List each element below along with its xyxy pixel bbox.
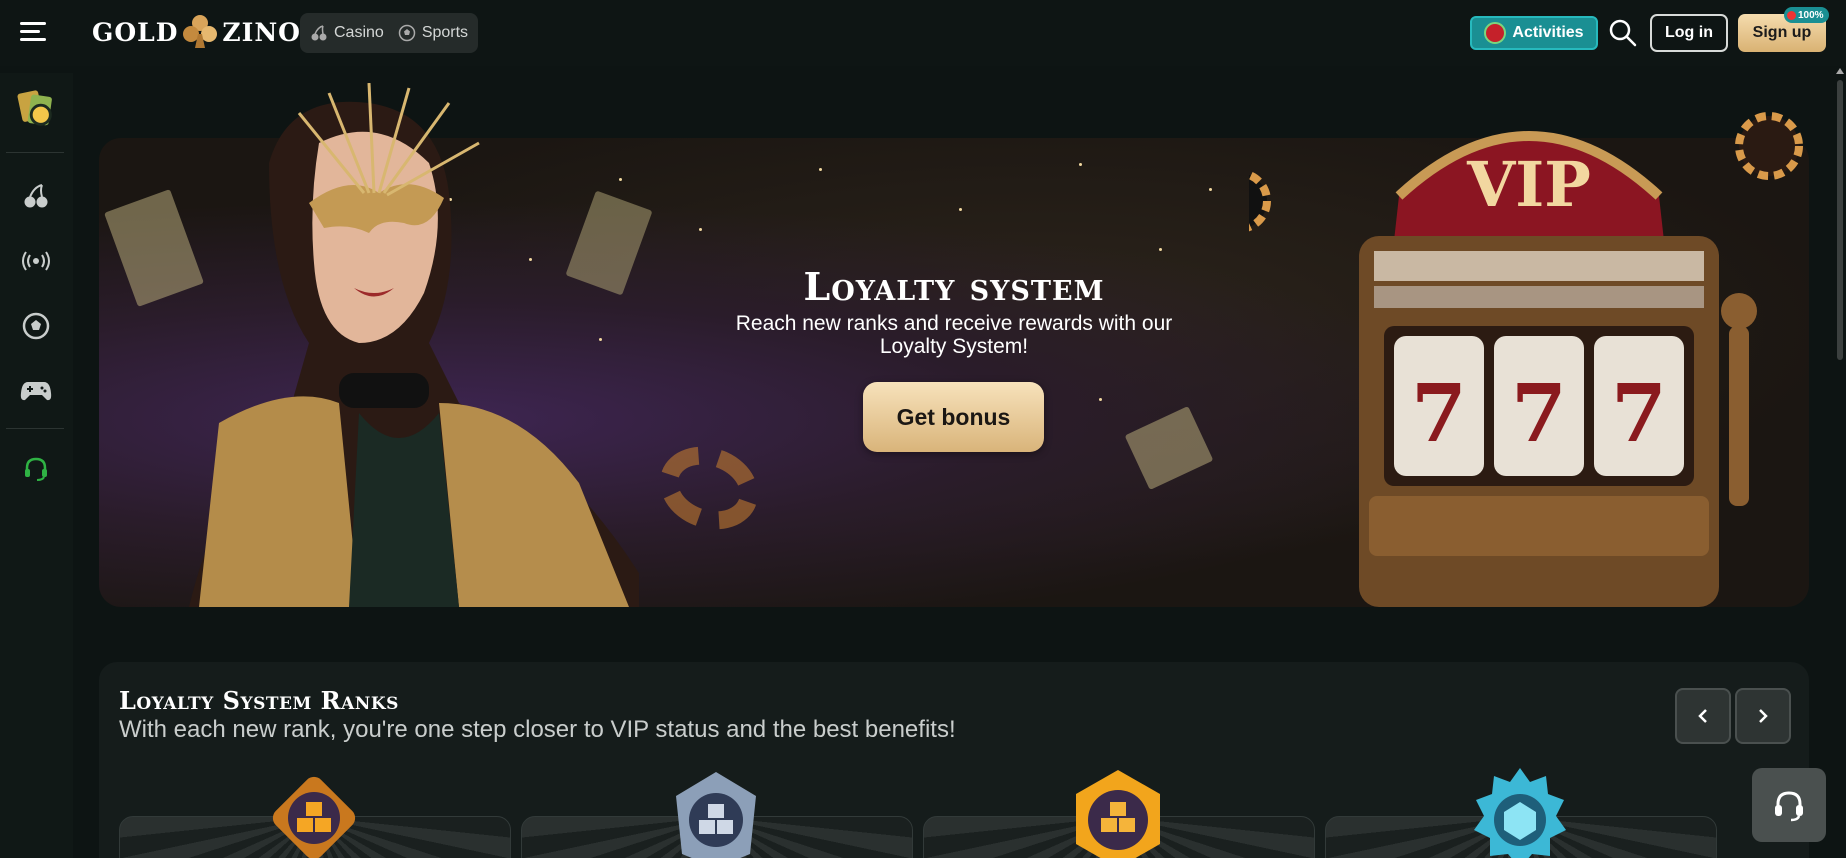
sidebar-item-casino[interactable] xyxy=(14,174,58,218)
support-chat-button[interactable] xyxy=(1752,768,1826,842)
login-button[interactable]: Log in xyxy=(1650,14,1728,52)
hero-subtitle: Reach new ranks and receive rewards with… xyxy=(735,312,1173,358)
logo-text-left: GOLD xyxy=(92,17,179,47)
silver-rank-icon xyxy=(676,772,756,858)
cherry-icon xyxy=(24,184,48,208)
nav-sports[interactable]: Sports xyxy=(398,24,468,42)
ranks-subtitle: With each new rank, you're one step clos… xyxy=(119,716,956,743)
left-sidebar xyxy=(0,73,73,858)
club-icon xyxy=(180,12,220,52)
vip-text: VIP xyxy=(1466,148,1591,221)
money-bill-image xyxy=(1124,406,1214,490)
sidebar-item-support[interactable] xyxy=(14,447,58,491)
nav-casino-label: Casino xyxy=(334,24,384,41)
soccer-ball-icon xyxy=(22,312,50,340)
gift-icon xyxy=(1787,10,1796,20)
loyalty-hero-banner: VIP 7 7 7 Loyalty system Reach new ranks… xyxy=(99,83,1809,607)
ranks-title: Loyalty System Ranks xyxy=(119,686,399,715)
nav-sports-label: Sports xyxy=(421,24,469,41)
slot-reel-2: 7 xyxy=(1511,366,1567,460)
sidebar-item-esports[interactable] xyxy=(14,369,58,413)
poker-chip-image xyxy=(648,433,770,543)
nav-casino[interactable]: Casino xyxy=(310,24,384,42)
search-icon[interactable] xyxy=(1608,18,1638,48)
bonus-cards-icon[interactable] xyxy=(14,87,58,131)
main-nav: Casino Sports xyxy=(300,13,479,53)
bronze-rank-icon xyxy=(272,776,356,858)
activities-button[interactable]: Activities xyxy=(1470,16,1598,50)
gamepad-icon xyxy=(20,382,52,401)
sidebar-item-sports[interactable] xyxy=(14,304,58,348)
hamburger-menu-icon[interactable] xyxy=(20,22,46,42)
headset-icon xyxy=(25,457,47,481)
scrollbar-thumb[interactable] xyxy=(1837,80,1843,360)
hero-title: Loyalty system xyxy=(803,264,1105,309)
ranks-next-button[interactable] xyxy=(1735,688,1791,744)
page-scrollbar[interactable] xyxy=(1834,66,1846,858)
masked-woman-image xyxy=(189,83,639,607)
activities-label: Activities xyxy=(1512,24,1584,41)
casino-chip-icon xyxy=(1484,22,1507,44)
sidebar-item-live[interactable] xyxy=(14,239,58,283)
chevron-right-icon xyxy=(1759,709,1768,723)
gold-rank-icon xyxy=(1076,770,1160,858)
soccer-ball-icon xyxy=(398,24,416,42)
slot-reel-1: 7 xyxy=(1411,366,1467,460)
signup-bonus-badge: 100% xyxy=(1784,7,1829,23)
logo-text-right: ZINO xyxy=(222,17,301,47)
scroll-up-arrow-icon[interactable] xyxy=(1836,68,1844,74)
ranks-prev-button[interactable] xyxy=(1675,688,1731,744)
cherry-icon xyxy=(311,25,327,41)
get-bonus-button[interactable]: Get bonus xyxy=(863,382,1044,452)
headset-icon xyxy=(1775,791,1803,822)
slot-reel-3: 7 xyxy=(1611,366,1667,460)
vip-slot-machine-image: VIP 7 7 7 xyxy=(1249,112,1803,607)
live-broadcast-icon xyxy=(22,251,50,271)
site-logo[interactable]: GOLD ZINO xyxy=(92,12,301,52)
signup-badge-text: 100% xyxy=(1798,9,1824,21)
loyalty-ranks-section: Loyalty System Ranks With each new rank,… xyxy=(99,662,1809,858)
top-header: GOLD ZINO Casino Sports Activities Log i… xyxy=(0,0,1846,66)
diamond-rank-icon xyxy=(1474,768,1566,858)
chevron-left-icon xyxy=(1698,709,1707,723)
